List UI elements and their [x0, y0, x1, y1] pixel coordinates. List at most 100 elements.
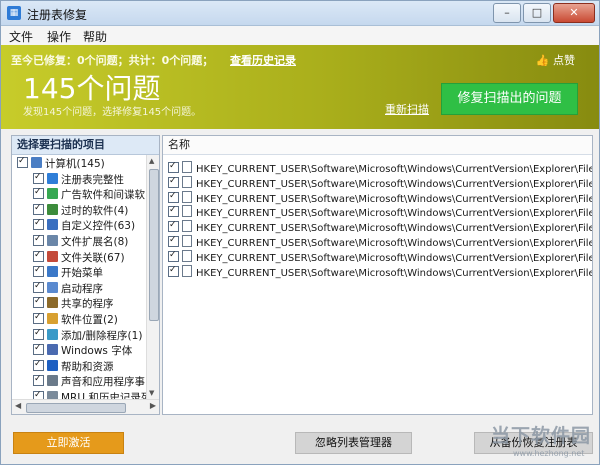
maximize-button[interactable]: □: [523, 3, 551, 23]
scroll-right-icon[interactable]: ▶: [150, 401, 156, 410]
tree-item[interactable]: 声音和应用程序事: [33, 372, 145, 390]
tree-item-checkbox[interactable]: [33, 310, 44, 325]
tree-item-label: 添加/删除程序(1): [61, 329, 143, 342]
tree-item[interactable]: 添加/删除程序(1): [33, 326, 143, 344]
tree-item[interactable]: 广告软件和间谍软: [33, 185, 145, 203]
tree-scroll-thumb[interactable]: [149, 169, 159, 321]
share-icon: [47, 297, 58, 309]
tree-item-checkbox[interactable]: [33, 294, 44, 309]
title-bar[interactable]: ▦ 注册表修复 – □ ✕: [1, 1, 599, 26]
registry-entry-icon: [182, 264, 192, 277]
tree-item[interactable]: MRU 和历史记录列: [33, 388, 146, 399]
result-row-checkbox[interactable]: [168, 248, 179, 262]
registry-key-path: HKEY_CURRENT_USER\Software\Microsoft\Win…: [196, 208, 593, 220]
tree-item-checkbox[interactable]: [33, 185, 44, 200]
tree-item[interactable]: 启动程序: [33, 279, 103, 297]
result-row[interactable]: HKEY_CURRENT_USER\Software\Microsoft\Win…: [168, 203, 593, 220]
like-button[interactable]: 👍 点赞: [536, 52, 575, 68]
result-row[interactable]: HKEY_CURRENT_USER\Software\Microsoft\Win…: [168, 248, 592, 264]
tree-item-checkbox[interactable]: [33, 341, 44, 356]
result-row-checkbox[interactable]: [168, 263, 179, 277]
result-row[interactable]: HKEY_CURRENT_USER\Software\Microsoft\Win…: [168, 233, 592, 249]
file-icon: [47, 235, 58, 246]
column-header-name[interactable]: 名称: [163, 136, 592, 155]
tree-item-checkbox[interactable]: [33, 388, 44, 399]
tree-item-label: 帮助和资源: [61, 360, 114, 373]
activate-button[interactable]: 立即激活: [13, 432, 124, 454]
scroll-left-icon[interactable]: ◀: [15, 401, 21, 410]
scroll-up-icon[interactable]: ▲: [149, 157, 154, 165]
tree-item[interactable]: 开始菜单: [33, 263, 103, 281]
font-icon: [47, 344, 58, 356]
tree-item[interactable]: 注册表完整性: [33, 170, 124, 188]
result-row-checkbox[interactable]: [168, 203, 179, 218]
tree-item-label: 共享的程序: [61, 298, 114, 311]
result-row-checkbox[interactable]: [168, 189, 179, 203]
tree-item-checkbox[interactable]: [33, 357, 44, 372]
tree-item-label: 软件位置(2): [61, 314, 118, 326]
repair-button[interactable]: 修复扫描出的问题: [441, 83, 578, 115]
tree-vertical-scrollbar[interactable]: ▲ ▼: [146, 155, 159, 399]
watermark-text: 当下软件园: [491, 425, 592, 447]
result-row-checkbox[interactable]: [168, 159, 179, 173]
tree-item[interactable]: 软件位置(2): [33, 310, 118, 328]
tree-item-checkbox[interactable]: [33, 326, 44, 341]
minimize-button[interactable]: –: [493, 3, 521, 23]
tree-item-label: Windows 字体: [61, 345, 133, 358]
result-row[interactable]: HKEY_CURRENT_USER\Software\Microsoft\Win…: [168, 159, 593, 175]
rescan-link[interactable]: 重新扫描: [385, 101, 429, 117]
tree-item[interactable]: 文件扩展名(8): [33, 232, 129, 250]
start-menu-icon: [47, 266, 58, 278]
registry-key-path: HKEY_CURRENT_USER\Software\Microsoft\Win…: [196, 178, 593, 190]
scroll-down-icon[interactable]: ▼: [149, 389, 154, 397]
tree-item-checkbox[interactable]: [33, 263, 44, 278]
result-row[interactable]: HKEY_CURRENT_USER\Software\Microsoft\Win…: [168, 263, 593, 279]
tree-item-label: 广告软件和间谍软: [61, 189, 145, 202]
registry-entry-icon: [182, 235, 192, 247]
result-row-checkbox[interactable]: [168, 218, 179, 233]
tree-item-label: 文件关联(67): [61, 251, 125, 264]
tree-item-label: 计算机(145): [45, 158, 105, 170]
menu-file[interactable]: 文件: [9, 28, 33, 45]
result-row-checkbox[interactable]: [168, 174, 179, 188]
association-icon: [47, 250, 58, 262]
ignore-list-button[interactable]: 忽略列表管理器: [295, 432, 412, 454]
registry-app-icon: ▦: [7, 6, 21, 20]
registry-key-path: HKEY_CURRENT_USER\Software\Microsoft\Win…: [196, 267, 593, 279]
menu-action[interactable]: 操作: [47, 28, 71, 45]
tree-item-checkbox[interactable]: [33, 279, 44, 294]
tree-item[interactable]: 共享的程序: [33, 294, 114, 312]
result-row[interactable]: HKEY_CURRENT_USER\Software\Microsoft\Win…: [168, 174, 593, 190]
computer-icon: [31, 157, 42, 168]
tree-item-checkbox[interactable]: [17, 155, 28, 169]
registry-key-path: HKEY_CURRENT_USER\Software\Microsoft\Win…: [196, 164, 593, 175]
tree-item-label: 文件扩展名(8): [61, 236, 129, 248]
trash-icon: [47, 203, 58, 215]
menu-help[interactable]: 帮助: [83, 28, 107, 45]
tree-item-checkbox[interactable]: [33, 248, 44, 263]
tree-item[interactable]: 计算机(145): [17, 155, 105, 172]
tree-item-label: 声音和应用程序事: [61, 376, 145, 389]
tree-item-label: 过时的软件(4): [61, 204, 129, 217]
tree-item-label: 开始菜单: [61, 267, 103, 280]
tree-item[interactable]: Windows 字体: [33, 341, 133, 359]
tree-item[interactable]: 文件关联(67): [33, 248, 125, 266]
result-row[interactable]: HKEY_CURRENT_USER\Software\Microsoft\Win…: [168, 189, 592, 205]
tree-item[interactable]: 过时的软件(4): [33, 201, 129, 219]
close-button[interactable]: ✕: [553, 3, 595, 23]
tree-item-checkbox[interactable]: [33, 216, 44, 231]
scan-items-tree: 计算机(145) 注册表完整性广告软件和间谍软过时的软件(4) 自定义控件(63) 文…: [12, 155, 146, 399]
view-history-link[interactable]: 查看历史记录: [230, 52, 296, 68]
tree-item[interactable]: 自定义控件(63): [33, 216, 135, 234]
tree-hscroll-thumb[interactable]: [26, 403, 126, 413]
result-row-checkbox[interactable]: [168, 233, 179, 247]
tree-item[interactable]: 帮助和资源: [33, 357, 114, 375]
tree-item-checkbox[interactable]: [33, 232, 44, 247]
tree-horizontal-scrollbar[interactable]: ◀ ▶: [12, 399, 159, 414]
result-row[interactable]: HKEY_CURRENT_USER\Software\Microsoft\Win…: [168, 218, 592, 234]
registry-entry-icon: [182, 249, 192, 262]
tree-item-checkbox[interactable]: [33, 170, 44, 185]
tree-item-checkbox[interactable]: [33, 372, 44, 387]
help-icon: [47, 359, 58, 371]
tree-item-checkbox[interactable]: [33, 201, 44, 216]
